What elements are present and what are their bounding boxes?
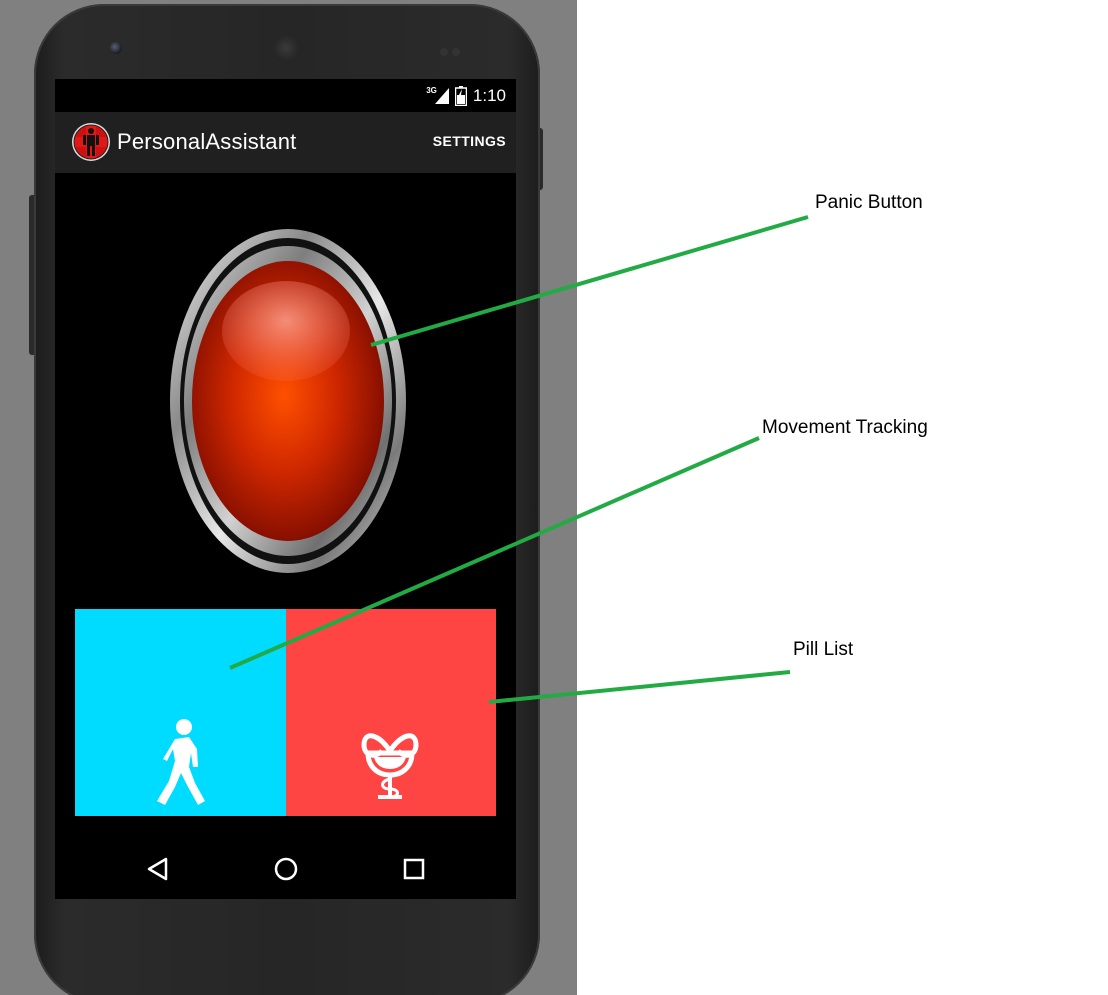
network-type-label: 3G	[426, 85, 437, 95]
proximity-sensors	[440, 43, 470, 56]
movement-tracking-tile[interactable]	[75, 609, 286, 816]
earpiece-speaker	[274, 36, 298, 60]
status-icons: 3G 1:10	[426, 86, 506, 106]
panic-button-annotation: Panic Button	[815, 192, 923, 213]
settings-button[interactable]: SETTINGS	[433, 133, 506, 149]
phone-screen: 3G 1:10 PersonalAssistant SETTINGS	[55, 79, 516, 899]
battery-icon	[454, 86, 467, 106]
pill-list-annotation: Pill List	[793, 639, 854, 660]
walking-person-icon	[157, 719, 205, 805]
recents-icon[interactable]	[400, 855, 428, 883]
app-title: PersonalAssistant	[117, 129, 297, 154]
clock: 1:10	[472, 86, 506, 105]
status-bar: 3G 1:10	[55, 79, 516, 112]
pharmacy-bowl-icon	[361, 733, 419, 799]
action-bar: PersonalAssistant SETTINGS	[55, 112, 516, 173]
signal-icon	[434, 88, 449, 104]
panic-button[interactable]	[166, 226, 410, 576]
front-camera-icon	[110, 42, 122, 54]
back-icon[interactable]	[144, 855, 172, 883]
figure: 3G 1:10 PersonalAssistant SETTINGS Panic…	[0, 0, 1108, 995]
movement-tracking-annotation: Movement Tracking	[762, 417, 928, 438]
pill-list-tile[interactable]	[286, 609, 496, 816]
navigation-bar	[55, 839, 516, 899]
home-icon[interactable]	[272, 855, 300, 883]
panic-button-gloss	[222, 281, 350, 381]
medical-cross-person-icon	[72, 123, 110, 161]
